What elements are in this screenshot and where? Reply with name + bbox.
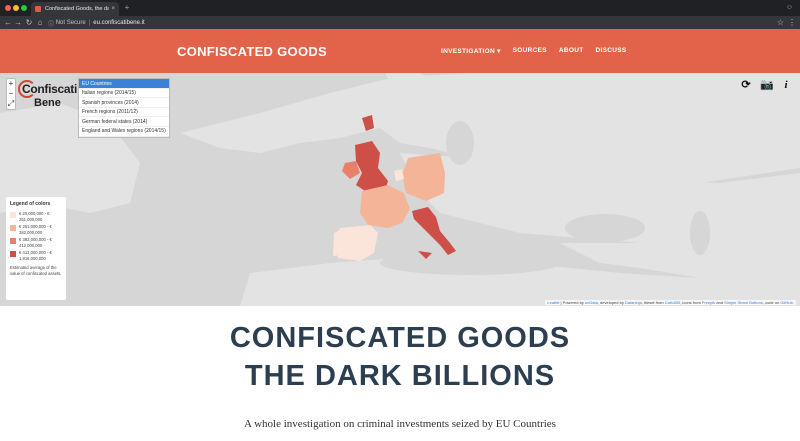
confiscatibene-logo: Confiscati Bene [16,80,77,116]
layer-eu-countries[interactable]: EU Countries [79,79,169,89]
legend-swatch [10,212,16,218]
tab-close-icon[interactable]: × [111,6,115,12]
forward-icon[interactable]: → [13,17,23,28]
home-icon[interactable]: ⌂ [35,17,45,28]
freepik-link[interactable]: Freepik [702,300,715,305]
hero-title-line1: CONFISCATED GOODS [229,322,571,354]
layer-french-regions[interactable]: French regions (2011/12) [79,108,169,118]
close-window-button[interactable] [5,5,11,11]
legend-row: € 382,000,000 - € 412,000,000 [10,237,62,248]
map-caspian-sea [690,211,710,255]
attrib-text: , code on [762,300,781,305]
hero-subtitle: A whole investigation on criminal invest… [244,418,556,430]
browser-tab[interactable]: Confiscated Goods, the dark b... × [31,2,119,16]
nav-about[interactable]: ABOUT [559,47,584,55]
site-brand[interactable]: CONFISCATED GOODS [177,44,327,59]
logo-line2: Bene [34,97,61,109]
back-icon[interactable]: ← [3,17,13,28]
minimize-window-button[interactable] [13,5,19,11]
tab-title: Confiscated Goods, the dark b... [45,6,110,12]
new-tab-icon[interactable]: + [122,3,132,13]
github-link[interactable]: GitHub [780,300,792,305]
attrib-text: , tileset from [641,300,665,305]
choropleth-map[interactable]: + − ⤢ Confiscati Bene EU Countries Itali… [0,73,800,306]
browser-toolbar: ← → ↻ ⌂ ⓘ Not Secure | eu.confiscatibene… [0,16,800,29]
legend-row: € 412,000,000 - € 1,816,000,000 [10,250,62,261]
ondata-link[interactable]: onData [585,300,598,305]
nav-sources[interactable]: SOURCES [513,47,547,55]
layer-italian-regions[interactable]: Italian regions (2014/15) [79,89,169,99]
info-icon[interactable]: i [780,79,792,91]
layer-england-wales-regions[interactable]: England and Wales regions (2014/15) [79,127,169,137]
cartodb-link[interactable]: CartoDB [665,300,680,305]
leaflet-link[interactable]: Leaflet [547,300,559,305]
country-germany[interactable] [402,153,445,201]
maximize-window-button[interactable] [21,5,27,11]
attrib-text: , developed by [597,300,625,305]
attrib-text: . [792,300,794,305]
browser-tab-bar: Confiscated Goods, the dark b... × + ☺ [0,0,800,16]
map-mediterranean [380,251,560,275]
site-header: CONFISCATED GOODS INVESTIGATION ▾ SOURCE… [0,29,800,73]
legend-title: Legend of colors [10,201,51,207]
zoom-control: + − ⤢ [6,78,16,110]
map-attribution: Leaflet | Powered by onData, developed b… [545,300,796,305]
legend-text: € 20,000,000 - € 251,000,000 [19,211,50,222]
layer-spanish-provinces[interactable]: Spanish provinces (2014) [79,98,169,108]
legend-row: € 251,000,000 - € 382,000,000 [10,224,62,235]
browser-menu-icon[interactable]: ⋮ [788,17,796,28]
nav-discuss[interactable]: DISCUSS [596,47,627,55]
attrib-text: and [715,300,725,305]
simple-share-link[interactable]: Simple Share Buttons [724,300,763,305]
attrib-text: , icons from [680,300,702,305]
layer-selector: EU Countries Italian regions (2014/15) S… [78,78,170,138]
country-portugal[interactable] [333,230,340,256]
info-icon[interactable]: ⓘ [48,19,54,28]
security-label: Not Secure [55,20,86,26]
reload-icon[interactable]: ↻ [24,17,34,28]
bookmark-star-icon[interactable]: ☆ [777,17,784,28]
legend-row: € 20,000,000 - € 251,000,000 [10,211,62,222]
legend-swatch [10,225,16,231]
profile-icon[interactable]: ☺ [785,3,794,12]
layer-german-states[interactable]: German federal states (2014) [79,117,169,127]
hero-title: CONFISCATED GOODS THE DARK BILLIONS [0,319,800,395]
legend-swatch [10,238,16,244]
logo-line1: Confiscati [22,82,78,96]
dataninja-link[interactable]: Dataninja [625,300,642,305]
legend-text: € 412,000,000 - € 1,816,000,000 [19,250,52,261]
camera-icon[interactable]: 📷 [760,79,774,91]
map-legend: Legend of colors € 20,000,000 - € 251,00… [6,197,66,300]
url-text: eu.confiscatibene.it [93,20,145,26]
address-bar[interactable]: ⓘ Not Secure | eu.confiscatibene.it [48,18,768,28]
map-baltic-sea [446,121,474,165]
zoom-out-button[interactable]: − [7,89,15,99]
favicon-icon [35,6,41,12]
reset-icon[interactable]: ⟳ [740,79,752,91]
map-black-sea [565,214,645,242]
nav-investigation[interactable]: INVESTIGATION ▾ [441,47,501,55]
legend-swatch [10,251,16,257]
legend-note: Estimated average of the value of confis… [10,265,62,276]
hero-title-line2: THE DARK BILLIONS [244,360,556,392]
legend-text: € 251,000,000 - € 382,000,000 [19,224,52,235]
map-tools: ⟳ 📷 i [740,79,792,91]
legend-text: € 382,000,000 - € 412,000,000 [19,237,52,248]
attrib-text: | Powered by [559,300,585,305]
fullscreen-button[interactable]: ⤢ [7,99,15,109]
main-nav: INVESTIGATION ▾ SOURCES ABOUT DISCUSS [441,47,627,55]
zoom-in-button[interactable]: + [7,79,15,89]
